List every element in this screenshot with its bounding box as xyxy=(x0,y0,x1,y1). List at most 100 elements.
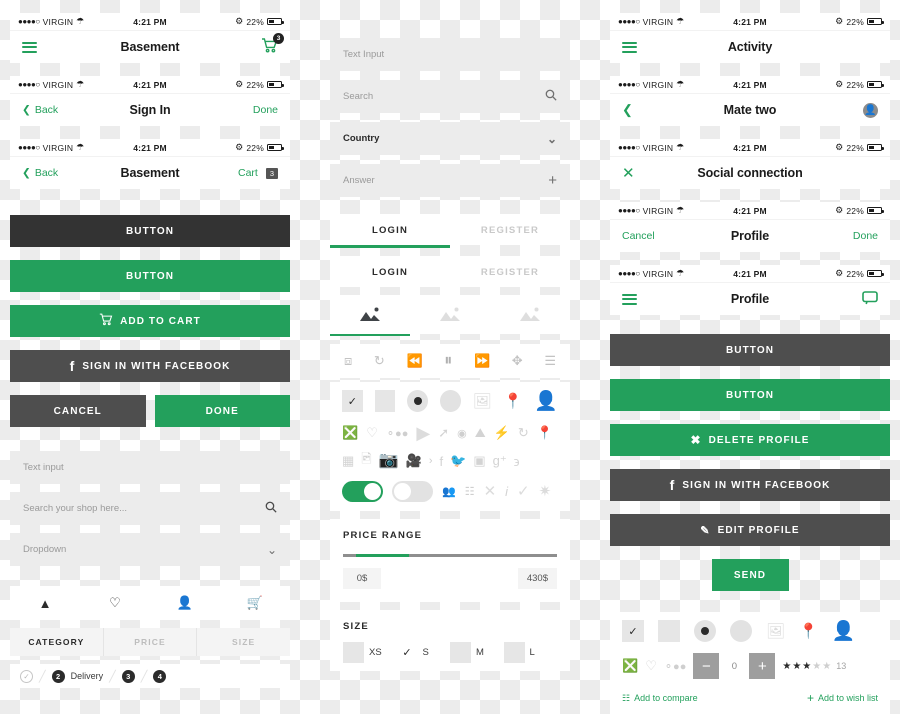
repeat-icon[interactable]: ↻ xyxy=(374,353,385,369)
video-icon[interactable]: 🎥 xyxy=(406,453,422,469)
gear-icon[interactable]: ✷ xyxy=(539,484,552,499)
grid-icon[interactable]: ▦ xyxy=(342,453,354,469)
back-button[interactable]: ❮ xyxy=(622,102,694,118)
button-primary-grey[interactable]: BUTTON xyxy=(610,334,890,366)
cart-link[interactable]: Cart 3 xyxy=(206,167,278,179)
facebook-signin-button[interactable]: f SIGN IN WITH FACEBOOK xyxy=(610,469,890,501)
facebook-signin-button[interactable]: f SIGN IN WITH FACEBOOK xyxy=(10,350,290,382)
search-input-field[interactable]: Search your shop here... xyxy=(10,492,290,525)
tab-register[interactable]: REGISTER xyxy=(450,214,570,245)
dots-icon[interactable]: ⚬●● xyxy=(386,427,409,440)
radio-empty-icon[interactable] xyxy=(730,620,752,642)
radio-empty-icon[interactable] xyxy=(439,390,461,412)
menu-button[interactable] xyxy=(622,291,694,307)
price-max-value[interactable]: 430$ xyxy=(517,568,557,589)
add-user-icon[interactable]: 👥 xyxy=(442,485,456,498)
menu-button[interactable] xyxy=(622,39,694,55)
tab-profile[interactable]: 👤 xyxy=(150,595,220,611)
toggle-on-icon[interactable] xyxy=(342,481,383,502)
heart-icon[interactable]: ♡ xyxy=(645,658,657,674)
flash-icon[interactable]: ⚡ xyxy=(494,425,510,441)
step-2-badge[interactable]: 2 xyxy=(51,669,65,683)
chevron-right-icon[interactable]: › xyxy=(429,455,433,467)
share-icon[interactable]: ➚ xyxy=(438,425,449,441)
size-option-l[interactable]: L xyxy=(503,642,558,663)
rating-stars[interactable]: ★ ★ ★ ★ ★ 13 xyxy=(782,661,846,672)
tab-login[interactable]: LOGIN xyxy=(330,214,450,245)
back-button[interactable]: ❮ Back xyxy=(22,104,94,116)
image-icon[interactable]: 🖼 xyxy=(473,394,492,409)
checkbox-empty-icon[interactable] xyxy=(658,620,680,642)
expand-icon[interactable]: ⧈ xyxy=(344,353,352,369)
size-option-s[interactable]: ✓ S xyxy=(397,642,451,663)
close-circle-icon[interactable]: ❎ xyxy=(342,425,358,441)
price-min-value[interactable]: 0$ xyxy=(343,568,381,589)
tab-login[interactable]: LOGIN xyxy=(330,256,450,287)
rewind-icon[interactable]: ⏪ xyxy=(406,353,422,369)
map-pin-icon[interactable]: 📍 xyxy=(799,624,818,639)
country-dropdown-field[interactable]: Country ⌄ xyxy=(330,122,570,155)
checkbox-checked-icon[interactable]: ✓ xyxy=(622,620,644,642)
heart-icon[interactable]: ♡ xyxy=(366,425,378,441)
shuffle-icon[interactable]: ✥ xyxy=(512,353,523,369)
info-icon[interactable]: i xyxy=(505,484,508,499)
image-icon[interactable]: 🖼 xyxy=(766,624,785,639)
cart-button[interactable]: 3 xyxy=(206,33,284,56)
dropdown-field[interactable]: Dropdown ⌄ xyxy=(10,533,290,566)
price-range-slider[interactable] xyxy=(343,554,557,557)
step-complete-icon[interactable]: ✓ xyxy=(20,669,33,683)
tab-image-3[interactable] xyxy=(490,295,570,334)
fast-forward-icon[interactable]: ⏩ xyxy=(474,353,490,369)
button-primary-dark[interactable]: BUTTON xyxy=(10,215,290,247)
segment-category[interactable]: CATEGORY xyxy=(10,628,104,656)
playlist-icon[interactable]: ☰ xyxy=(544,353,556,369)
tab-image-2[interactable] xyxy=(410,295,490,334)
text-input-field[interactable]: Text input xyxy=(10,451,290,484)
chat-button[interactable] xyxy=(806,290,878,308)
close-circle-icon[interactable]: ❎ xyxy=(622,658,638,674)
quantity-decrement-button[interactable]: − xyxy=(693,653,720,679)
pause-icon[interactable]: ⏸ xyxy=(444,352,452,370)
add-to-cart-button[interactable]: ADD TO CART xyxy=(10,305,290,337)
instagram-icon[interactable]: ▣ xyxy=(473,453,485,469)
back-button[interactable]: ❮ Back xyxy=(22,167,94,179)
blogger-icon[interactable]: ϶ xyxy=(514,454,520,469)
avatar-icon[interactable]: 👤 xyxy=(534,392,558,411)
size-option-xs[interactable]: XS xyxy=(343,642,397,663)
close-button[interactable]: ✕ xyxy=(622,164,694,182)
done-button[interactable]: DONE xyxy=(154,395,290,427)
camera-icon[interactable]: 📷 xyxy=(379,453,399,469)
play-circle-icon[interactable]: ▶ xyxy=(416,424,430,442)
segment-size[interactable]: SIZE xyxy=(197,628,290,656)
google-plus-icon[interactable]: g⁺ xyxy=(493,453,507,469)
send-button[interactable]: SEND xyxy=(711,559,789,591)
quantity-increment-button[interactable]: + xyxy=(749,653,776,679)
avatar-icon[interactable]: 👤 xyxy=(832,622,856,641)
add-to-wish-list-link[interactable]: + Add to wish list xyxy=(807,691,878,705)
menu-button[interactable] xyxy=(22,39,94,55)
profile-button[interactable]: 👤 xyxy=(806,102,878,118)
tab-image-1[interactable] xyxy=(330,295,410,334)
segment-price[interactable]: PRICE xyxy=(104,628,198,656)
toggle-off-icon[interactable] xyxy=(392,481,433,502)
close-icon[interactable]: ✕ xyxy=(484,484,497,499)
image-icon[interactable]: ⛰ xyxy=(475,425,486,441)
edit-profile-button[interactable]: ✎ EDIT PROFILE xyxy=(610,514,890,546)
map-pin-icon[interactable]: 📍 xyxy=(504,394,523,409)
button-primary-green[interactable]: BUTTON xyxy=(610,379,890,411)
add-to-compare-link[interactable]: ☷ Add to compare xyxy=(622,691,698,705)
checkbox-checked-icon[interactable]: ✓ xyxy=(342,390,363,412)
facebook-icon[interactable]: f xyxy=(440,454,444,469)
radio-selected-icon[interactable] xyxy=(694,620,716,642)
dots-icon[interactable]: ⚬●● xyxy=(664,660,687,673)
tab-favorites[interactable]: ♡ xyxy=(80,595,150,611)
step-3-badge[interactable]: 3 xyxy=(121,669,135,683)
tab-register[interactable]: REGISTER xyxy=(450,256,570,287)
cancel-button[interactable]: CANCEL xyxy=(10,395,146,427)
answer-field[interactable]: Answer + xyxy=(330,164,570,197)
done-button[interactable]: Done xyxy=(206,104,278,116)
tab-chart-bar[interactable]: ▲ xyxy=(10,596,80,611)
radio-selected-icon[interactable] xyxy=(407,390,428,412)
cancel-button[interactable]: Cancel xyxy=(622,230,694,242)
text-input-field[interactable]: Text Input xyxy=(330,38,570,71)
